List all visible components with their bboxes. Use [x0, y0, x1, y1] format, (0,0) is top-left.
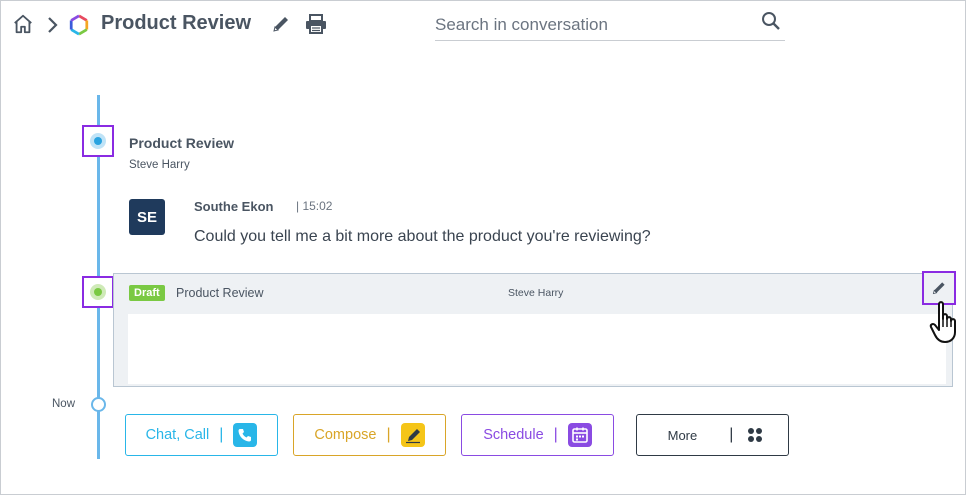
timeline-node-now [91, 397, 106, 412]
now-label: Now [52, 398, 76, 410]
chat-call-label: Chat, Call [145, 427, 210, 443]
printer-icon[interactable] [305, 14, 327, 39]
draft-author: Steve Harry [508, 287, 564, 299]
compose-icon [400, 423, 425, 447]
schedule-button[interactable]: Schedule | [461, 414, 614, 456]
timeline-dot [90, 284, 106, 300]
entry-author: Steve Harry [129, 159, 190, 171]
draft-title: Product Review [176, 286, 264, 300]
grid-icon [743, 423, 767, 447]
separator: | [219, 426, 224, 443]
message-text: Could you tell me a bit more about the p… [194, 228, 651, 245]
more-button[interactable]: More | [636, 414, 789, 456]
chat-call-button[interactable]: Chat, Call | [125, 414, 278, 456]
phone-icon [233, 423, 258, 447]
separator: | [553, 426, 558, 443]
compose-button[interactable]: Compose | [293, 414, 446, 456]
search-icon[interactable] [761, 11, 781, 36]
hand-cursor-icon [929, 300, 963, 349]
chevron-right-icon [45, 15, 59, 40]
page-title: Product Review [101, 12, 252, 34]
message-author: Southe Ekon [194, 199, 274, 214]
separator: | [386, 426, 391, 443]
pencil-icon [932, 282, 945, 295]
timeline-dot [90, 133, 106, 149]
search-placeholder: Search in conversation [435, 15, 608, 34]
schedule-label: Schedule [483, 427, 544, 443]
draft-badge: Draft [129, 285, 165, 301]
separator: | [729, 426, 734, 443]
pencil-icon[interactable] [271, 14, 291, 39]
timeline-node-draft[interactable] [82, 276, 114, 308]
draft-card[interactable]: Draft Product Review Steve Harry [113, 273, 953, 387]
calendar-icon [567, 423, 592, 447]
home-icon[interactable] [12, 13, 34, 40]
draft-body[interactable] [128, 314, 946, 384]
message-time: | 15:02 [296, 199, 333, 213]
hexagon-logo-icon [68, 14, 90, 41]
entry-title: Product Review [129, 135, 235, 151]
more-label: More [667, 427, 698, 443]
search-input[interactable]: Search in conversation [435, 8, 785, 41]
compose-label: Compose [314, 427, 377, 443]
timeline-node-entry[interactable] [82, 125, 114, 157]
avatar: SE [129, 199, 165, 235]
